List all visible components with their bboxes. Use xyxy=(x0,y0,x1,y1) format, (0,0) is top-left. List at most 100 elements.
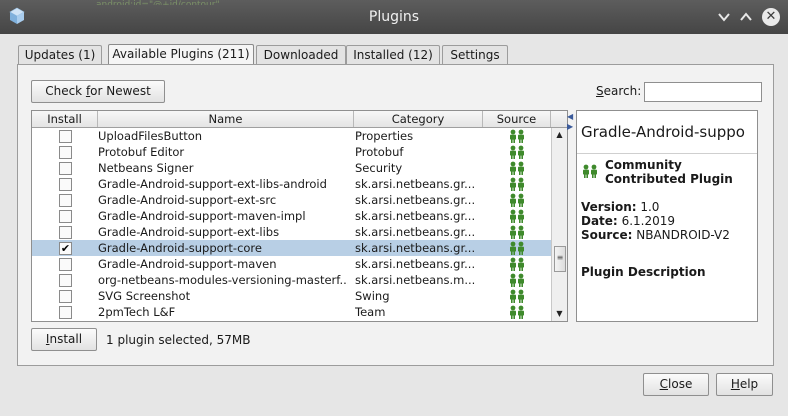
source-value: NBANDROID-V2 xyxy=(636,228,730,242)
tab-available-plugins[interactable]: Available Plugins (211) xyxy=(108,44,254,66)
scroll-thumb[interactable]: ≡ xyxy=(554,246,566,272)
plugin-name-cell: Gradle-Android-support-ext-src xyxy=(98,193,277,207)
table-vertical-scrollbar[interactable]: ▲ ≡ ▼ xyxy=(551,128,567,321)
source-label: Source: xyxy=(581,228,633,242)
maximize-button[interactable] xyxy=(738,9,754,25)
install-checkbox[interactable] xyxy=(59,194,72,207)
plugin-category-cell: sk.arsi.netbeans.gr... xyxy=(355,225,476,239)
plugin-category-cell: sk.arsi.netbeans.gr... xyxy=(355,257,476,271)
plugin-description-heading: Plugin Description xyxy=(581,265,706,279)
plugin-category-cell: Team xyxy=(355,305,386,319)
install-checkbox[interactable] xyxy=(59,306,72,319)
column-header-source[interactable]: Source xyxy=(483,111,551,127)
check-for-newest-button[interactable]: Check for Newest xyxy=(31,80,165,103)
install-checkbox[interactable] xyxy=(59,258,72,271)
search-input[interactable] xyxy=(644,82,762,102)
mnemonic: C xyxy=(659,377,669,391)
minimize-button[interactable] xyxy=(716,9,732,25)
install-checkbox[interactable] xyxy=(59,274,72,287)
table-row[interactable]: Gradle-Android-support-ext-src sk.arsi.ne… xyxy=(32,192,551,208)
table-row[interactable]: Gradle-Android-support-maven-impl sk.arsi… xyxy=(32,208,551,224)
plugin-source: Source: NBANDROID-V2 xyxy=(581,228,730,242)
install-checkbox[interactable] xyxy=(59,178,72,191)
table-row[interactable]: Netbeans Signer Security xyxy=(32,160,551,176)
table-row[interactable]: 2pmTech L&F Team xyxy=(32,304,551,320)
expand-right-arrow-icon[interactable]: ▶ xyxy=(567,122,575,131)
plugin-category-cell: sk.arsi.netbeans.gr... xyxy=(355,193,476,207)
table-row[interactable]: Gradle-Android-support-maven sk.arsi.netb… xyxy=(32,256,551,272)
community-icon xyxy=(508,225,526,239)
search-label: Search: xyxy=(596,84,642,98)
scroll-up-arrow-icon[interactable]: ▲ xyxy=(552,128,567,142)
community-icon xyxy=(508,209,526,223)
title-bar: android:id="@+id/contour" Plugins ✕ xyxy=(0,0,788,34)
window-close-button[interactable]: ✕ xyxy=(762,8,780,26)
close-button[interactable]: Close xyxy=(643,373,709,396)
plugin-details-title: Gradle-Android-suppo xyxy=(577,111,757,154)
column-header-install[interactable]: Install xyxy=(32,111,98,127)
table-row[interactable]: UploadFilesButton Properties xyxy=(32,128,551,144)
community-icon xyxy=(508,257,526,271)
chevron-up-icon xyxy=(740,12,752,21)
plugin-category-cell: sk.arsi.netbeans.gr... xyxy=(355,241,476,255)
install-checkbox[interactable]: ✔ xyxy=(59,242,72,255)
community-icon xyxy=(508,129,526,143)
install-checkbox[interactable] xyxy=(59,130,72,143)
mnemonic: H xyxy=(730,377,740,391)
help-label: Help xyxy=(730,377,759,391)
install-checkbox[interactable] xyxy=(59,162,72,175)
community-icon xyxy=(508,273,526,287)
plugin-category-cell: Protobuf xyxy=(355,145,404,159)
plugin-category-cell: sk.arsi.netbeans.gr... xyxy=(355,209,476,223)
plugin-date: Date: 6.1.2019 xyxy=(581,214,675,228)
community-icon xyxy=(508,289,526,303)
table-row[interactable]: Protobuf Editor Protobuf xyxy=(32,144,551,160)
table-row[interactable]: org-netbeans-modules-versioning-masterf.… xyxy=(32,272,551,288)
scroll-down-arrow-icon[interactable]: ▼ xyxy=(552,307,567,321)
table-row[interactable]: SVG Screenshot Swing xyxy=(32,288,551,304)
split-pane-divider[interactable]: ◀ ▶ xyxy=(567,110,575,320)
install-checkbox[interactable] xyxy=(59,146,72,159)
install-label: Install xyxy=(45,332,83,346)
plugin-version: Version: 1.0 xyxy=(581,200,659,214)
install-checkbox[interactable] xyxy=(59,210,72,223)
plugin-name-cell: Gradle-Android-support-maven xyxy=(98,257,277,271)
plugin-name-cell: Gradle-Android-support-core xyxy=(98,241,262,255)
window-title: Plugins xyxy=(368,9,420,25)
tab-settings[interactable]: Settings xyxy=(442,45,508,65)
date-label: Date: xyxy=(581,214,618,228)
tab-downloaded[interactable]: Downloaded xyxy=(256,45,346,65)
plugin-details-panel: Gradle-Android-suppo Community Contribut… xyxy=(576,110,758,322)
check-for-newest-label: Check for Newest xyxy=(45,84,151,98)
plugin-name-cell: org-netbeans-modules-versioning-masterf.… xyxy=(98,273,348,287)
plugin-name-cell: 2pmTech L&F xyxy=(98,305,176,319)
column-header-category[interactable]: Category xyxy=(354,111,483,127)
community-icon xyxy=(508,145,526,159)
close-label: Close xyxy=(659,377,693,391)
background-code-snippet: android:id="@+id/contour" xyxy=(96,0,220,5)
collapse-left-arrow-icon[interactable]: ◀ xyxy=(567,112,575,121)
install-checkbox[interactable] xyxy=(59,226,72,239)
help-button[interactable]: Help xyxy=(716,373,773,396)
plugin-name-cell: SVG Screenshot xyxy=(98,289,191,303)
chevron-down-icon xyxy=(718,13,730,22)
community-icon xyxy=(583,164,597,178)
table-row[interactable]: ✔ Gradle-Android-support-core sk.arsi.netb… xyxy=(32,240,551,256)
column-header-name[interactable]: Name xyxy=(98,111,354,127)
plugin-name-cell: UploadFilesButton xyxy=(98,129,203,143)
version-label: Version: xyxy=(581,200,637,214)
install-checkbox[interactable] xyxy=(59,290,72,303)
table-row[interactable]: Gradle-Android-support-ext-libs-android s… xyxy=(32,176,551,192)
plugin-category-cell: Security xyxy=(355,161,403,175)
version-value: 1.0 xyxy=(640,200,660,214)
community-line-1: Community xyxy=(605,158,682,172)
install-button[interactable]: Install xyxy=(31,328,97,351)
plugin-category-cell: sk.arsi.netbeans.gr... xyxy=(355,177,476,191)
table-row[interactable]: Gradle-Android-support-ext-libs sk.arsi.n… xyxy=(32,224,551,240)
plugin-name-cell: Gradle-Android-support-ext-libs-android xyxy=(98,177,327,191)
mnemonic: I xyxy=(45,332,50,346)
tab-installed[interactable]: Installed (12) xyxy=(346,45,440,65)
tab-updates[interactable]: Updates (1) xyxy=(18,45,102,65)
selection-status: 1 plugin selected, 57MB xyxy=(106,333,251,347)
plugin-name-cell: Gradle-Android-support-ext-libs xyxy=(98,225,280,239)
